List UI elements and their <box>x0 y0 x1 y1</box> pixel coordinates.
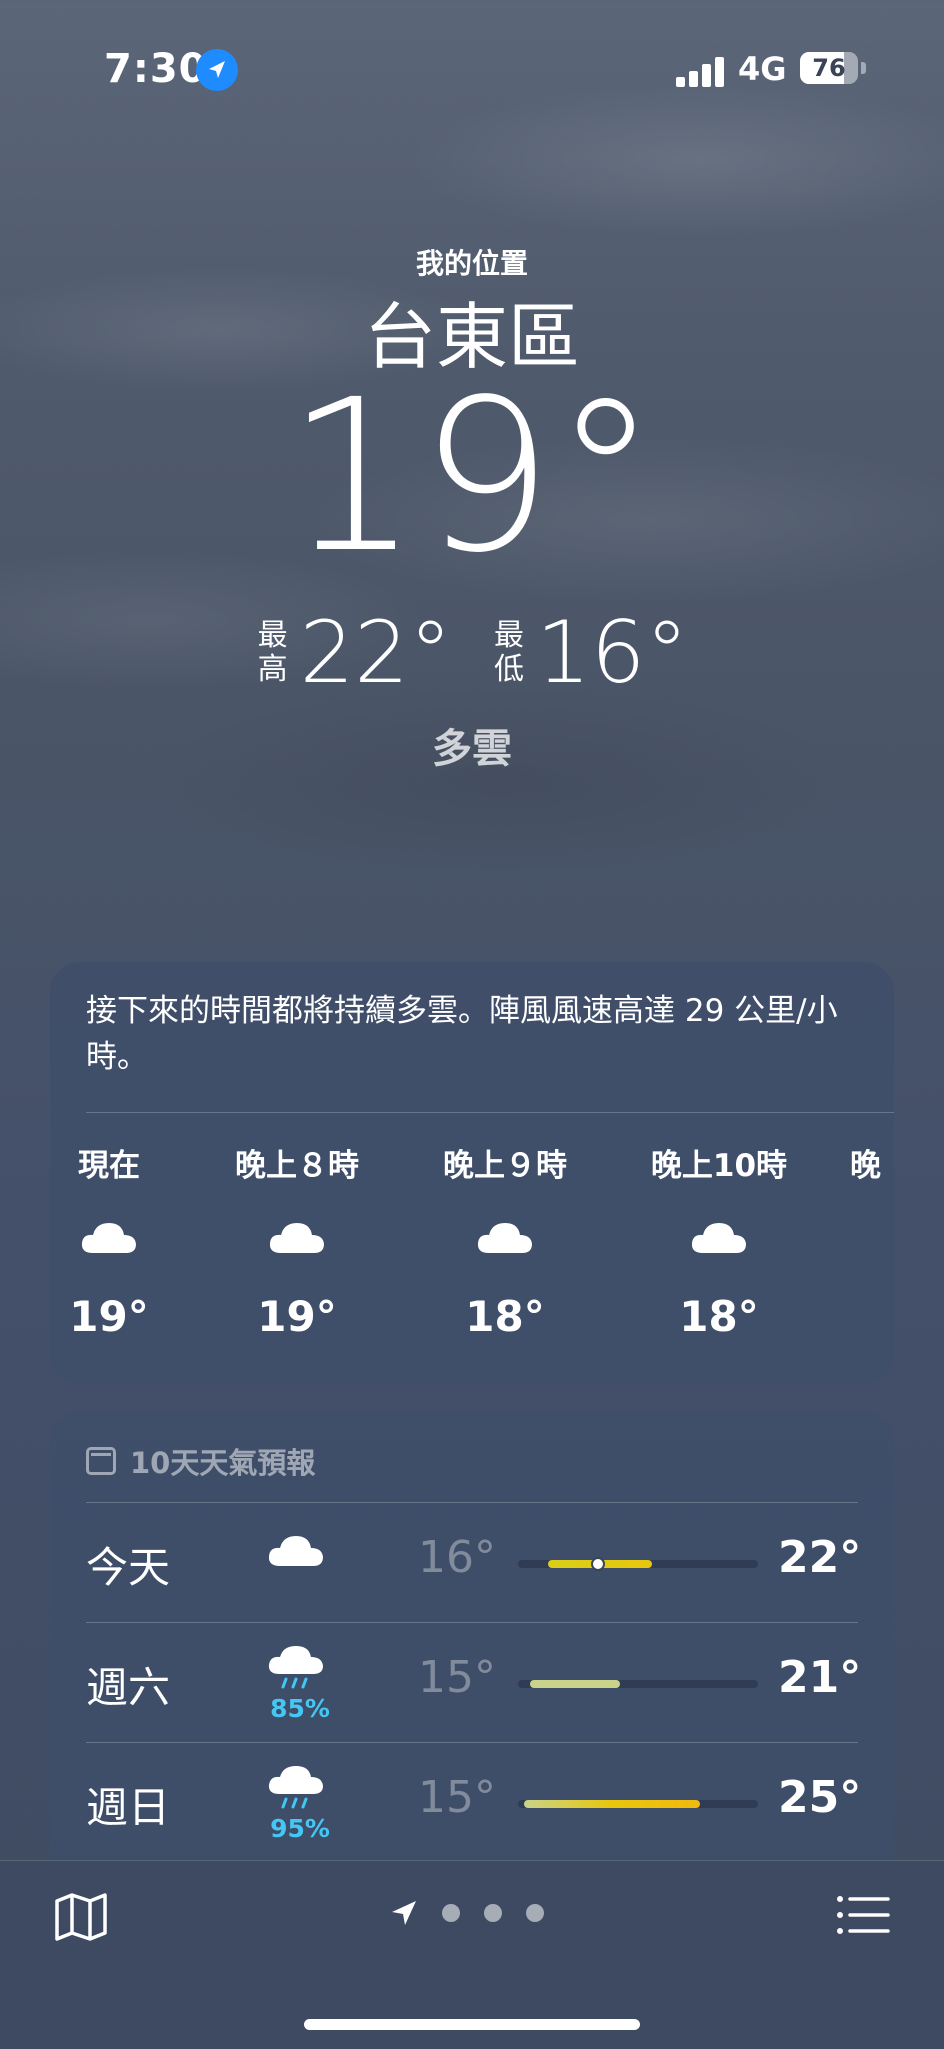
hourly-summary: 接下來的時間都將持續多雲。陣風風速高達 29 公里/小時。 <box>86 993 838 1075</box>
forecast-low: 16° <box>418 1532 496 1583</box>
low-temp-group: 最低 16° <box>492 610 688 696</box>
home-indicator[interactable] <box>304 2019 640 2030</box>
status-time: 7:30 <box>104 46 208 92</box>
cloud-icon <box>691 1223 746 1253</box>
precipitation-chance: 95% <box>270 1814 330 1843</box>
cloud-icon <box>269 1223 324 1253</box>
map-icon[interactable] <box>54 1891 108 1941</box>
forecast-low: 15° <box>418 1772 496 1823</box>
current-temp-dot <box>591 1557 605 1571</box>
hour-temp: 19° <box>69 1292 149 1341</box>
cloud-icon <box>477 1223 532 1253</box>
temperature-range-bar <box>518 1680 758 1688</box>
bottom-toolbar <box>0 1860 944 2049</box>
card-divider <box>86 1112 894 1113</box>
hourly-forecast-card[interactable]: 接下來的時間都將持續多雲。陣風風速高達 29 公里/小時。 現在 19° 晚上８… <box>50 962 894 1384</box>
hour-label: 晚上８時 <box>235 1148 359 1184</box>
low-temp: 16° <box>536 603 689 703</box>
forecast-day: 週日 <box>86 1783 171 1832</box>
cloud-icon <box>268 1536 323 1566</box>
temperature-range-bar <box>518 1800 758 1808</box>
weather-condition: 多雲 <box>432 726 512 772</box>
high-low-temps: 最高 22° 最低 16° <box>0 610 944 696</box>
rain-cloud-icon <box>268 1766 323 1809</box>
page-dot[interactable] <box>484 1904 502 1922</box>
calendar-icon <box>86 1447 116 1475</box>
hour-label: 現在 <box>78 1148 140 1184</box>
battery-percentage: 76 <box>812 54 846 82</box>
cellular-signal-icon <box>676 55 726 87</box>
high-temp-group: 最高 22° <box>256 610 452 696</box>
forecast-row[interactable]: 今天 16° 22° <box>50 1502 894 1622</box>
forecast-high: 21° <box>778 1652 862 1703</box>
temperature-range-bar <box>518 1557 758 1571</box>
forecast-high: 25° <box>778 1772 862 1823</box>
precipitation-chance: 85% <box>270 1694 330 1723</box>
hour-temp: 19° <box>257 1292 337 1341</box>
forecast-row[interactable]: 週六 85% 15° 21° <box>50 1622 894 1742</box>
forecast-day: 週六 <box>86 1663 171 1712</box>
cloud-icon <box>81 1223 136 1253</box>
current-location-page-icon[interactable] <box>390 1899 418 1927</box>
location-services-icon <box>196 49 238 91</box>
my-location-label: 我的位置 <box>415 247 528 280</box>
network-type: 4G <box>738 50 787 88</box>
hour-temp: 18° <box>465 1292 545 1341</box>
forecast-low: 15° <box>418 1652 496 1703</box>
low-label: 最低 <box>494 618 524 687</box>
hour-label: 晚 <box>850 1148 881 1184</box>
page-indicator[interactable] <box>390 1899 544 1927</box>
page-dot[interactable] <box>526 1904 544 1922</box>
hour-label: 晚上９時 <box>443 1148 567 1184</box>
current-temperature: 19° <box>285 354 659 599</box>
forecast-high: 22° <box>778 1532 862 1583</box>
battery-icon: 76 <box>800 52 858 84</box>
forecast-row[interactable]: 週日 95% 15° 25° <box>50 1742 894 1862</box>
page-dot[interactable] <box>442 1904 460 1922</box>
high-temp: 22° <box>299 603 452 703</box>
hour-temp: 18° <box>679 1292 759 1341</box>
forecast-header: 10天天氣預報 <box>86 1440 315 1482</box>
battery-cap <box>861 62 866 74</box>
hour-label: 晚上10時 <box>650 1148 788 1184</box>
rain-cloud-icon <box>268 1646 323 1689</box>
high-label: 最高 <box>257 618 288 687</box>
forecast-title: 10天天氣預報 <box>130 1446 316 1480</box>
forecast-day: 今天 <box>86 1543 171 1592</box>
list-icon[interactable] <box>836 1895 890 1935</box>
